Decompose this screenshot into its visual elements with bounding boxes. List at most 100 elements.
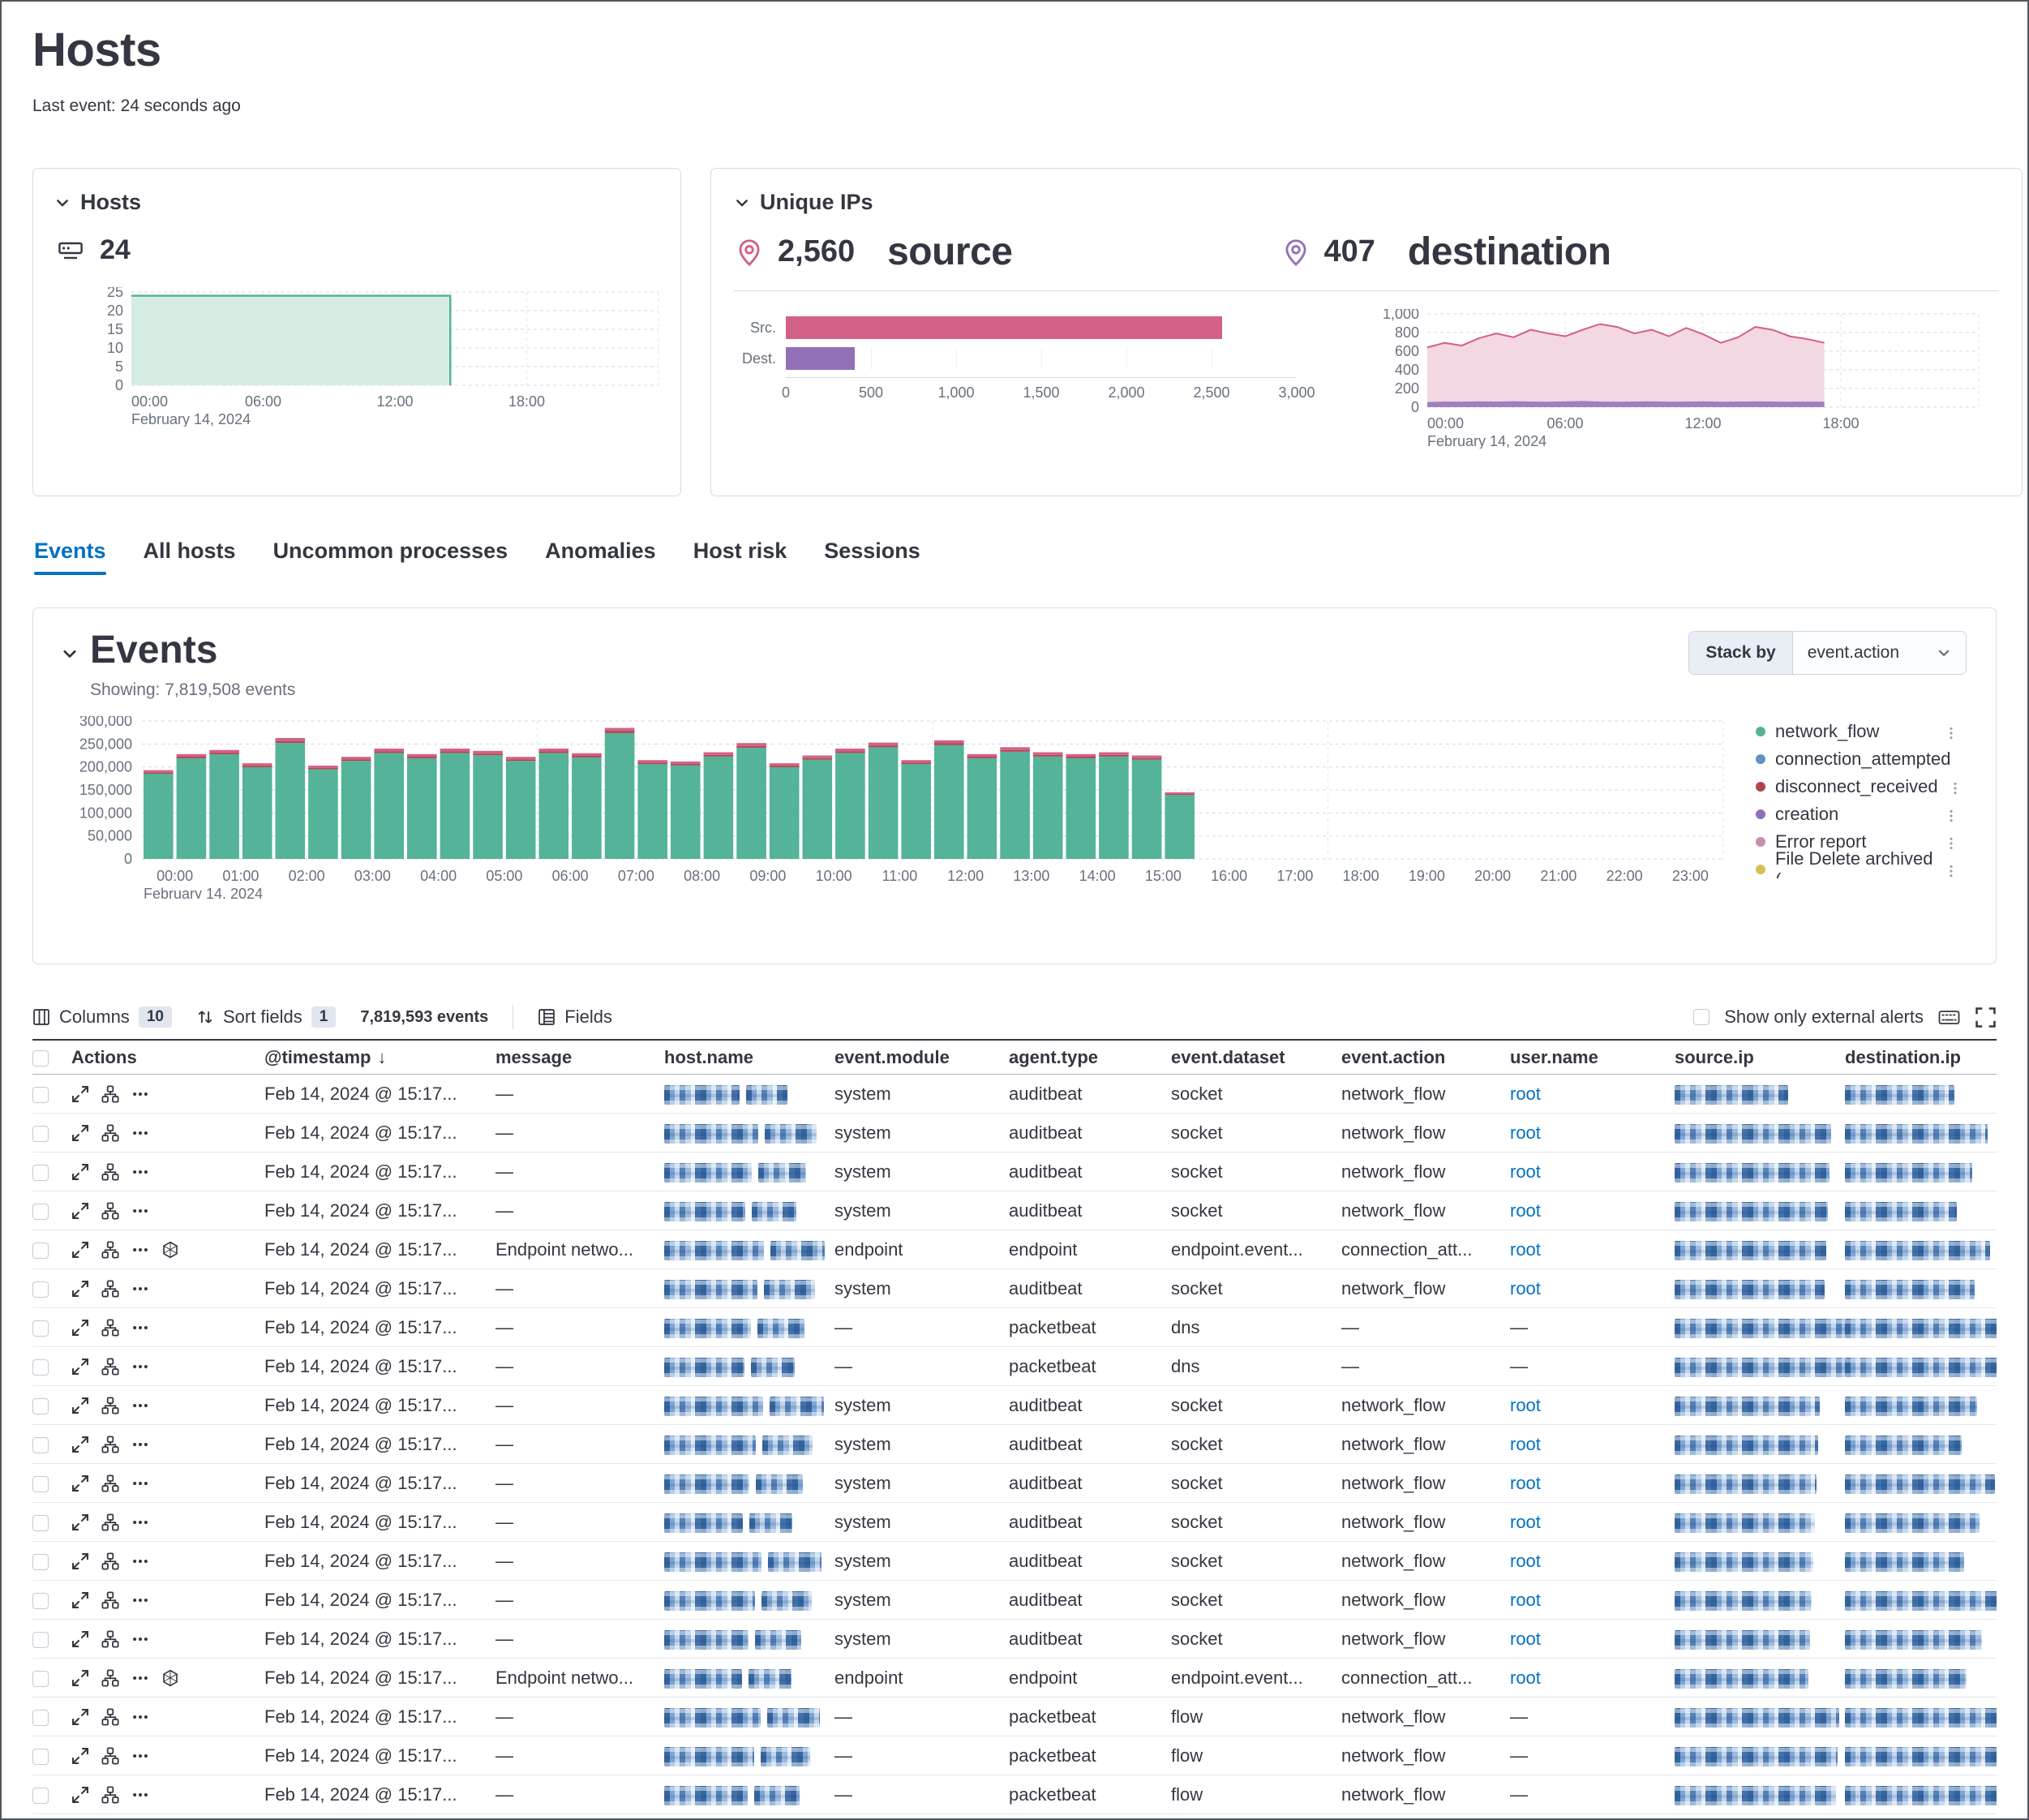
legend-options-icon[interactable] bbox=[1944, 807, 1958, 822]
analyze-event-icon[interactable] bbox=[101, 1241, 119, 1259]
more-actions-icon[interactable] bbox=[131, 1202, 149, 1220]
user-name-link[interactable]: root bbox=[1510, 1122, 1541, 1143]
legend-item-disconnect-received[interactable]: disconnect_received bbox=[1756, 773, 1958, 801]
expand-event-icon[interactable] bbox=[71, 1513, 89, 1531]
column-header-message[interactable]: message bbox=[495, 1047, 664, 1068]
row-checkbox[interactable] bbox=[32, 1243, 49, 1259]
more-actions-icon[interactable] bbox=[131, 1280, 149, 1298]
row-checkbox[interactable] bbox=[32, 1632, 49, 1648]
expand-event-icon[interactable] bbox=[71, 1669, 89, 1687]
analyze-event-icon[interactable] bbox=[101, 1630, 119, 1648]
user-name-link[interactable]: root bbox=[1510, 1161, 1541, 1182]
stack-by-select[interactable]: event.action bbox=[1793, 632, 1966, 674]
fields-button[interactable]: Fields bbox=[538, 1007, 612, 1028]
analyze-event-icon[interactable] bbox=[101, 1280, 119, 1298]
expand-event-icon[interactable] bbox=[71, 1591, 89, 1609]
more-actions-icon[interactable] bbox=[131, 1786, 149, 1804]
analyze-event-icon[interactable] bbox=[101, 1669, 119, 1687]
row-checkbox[interactable] bbox=[32, 1087, 49, 1103]
expand-event-icon[interactable] bbox=[71, 1124, 89, 1142]
chevron-down-icon[interactable] bbox=[734, 195, 750, 211]
more-actions-icon[interactable] bbox=[131, 1241, 149, 1259]
row-checkbox[interactable] bbox=[32, 1320, 49, 1337]
expand-event-icon[interactable] bbox=[71, 1358, 89, 1376]
column-header-user-name[interactable]: user.name bbox=[1510, 1047, 1675, 1068]
analyze-event-icon[interactable] bbox=[101, 1163, 119, 1181]
expand-event-icon[interactable] bbox=[71, 1397, 89, 1414]
user-name-link[interactable]: root bbox=[1510, 1395, 1541, 1415]
expand-event-icon[interactable] bbox=[71, 1552, 89, 1570]
row-checkbox[interactable] bbox=[32, 1359, 49, 1376]
expand-event-icon[interactable] bbox=[71, 1630, 89, 1648]
expand-event-icon[interactable] bbox=[71, 1163, 89, 1181]
expand-event-icon[interactable] bbox=[71, 1747, 89, 1765]
keyboard-shortcuts-icon[interactable] bbox=[1938, 1007, 1960, 1028]
tab-anomalies[interactable]: Anomalies bbox=[545, 539, 656, 575]
column-header-host-name[interactable]: host.name bbox=[664, 1047, 834, 1068]
expand-event-icon[interactable] bbox=[71, 1474, 89, 1492]
chevron-down-icon[interactable] bbox=[61, 645, 79, 663]
column-header-event-dataset[interactable]: event.dataset bbox=[1171, 1047, 1341, 1068]
more-actions-icon[interactable] bbox=[131, 1474, 149, 1492]
analyze-event-icon[interactable] bbox=[101, 1397, 119, 1414]
tab-host-risk[interactable]: Host risk bbox=[693, 539, 787, 575]
row-checkbox[interactable] bbox=[32, 1398, 49, 1414]
columns-button[interactable]: Columns 10 bbox=[32, 1007, 172, 1028]
row-checkbox[interactable] bbox=[32, 1165, 49, 1181]
user-name-link[interactable]: root bbox=[1510, 1200, 1541, 1221]
analyze-event-icon[interactable] bbox=[101, 1786, 119, 1804]
fullscreen-icon[interactable] bbox=[1975, 1007, 1997, 1028]
column-header-agent-type[interactable]: agent.type bbox=[1009, 1047, 1171, 1068]
expand-event-icon[interactable] bbox=[71, 1436, 89, 1453]
column-header-source-ip[interactable]: source.ip bbox=[1675, 1047, 1845, 1068]
column-header-timestamp[interactable]: @timestamp↓ bbox=[264, 1047, 495, 1068]
analyze-event-icon[interactable] bbox=[101, 1708, 119, 1726]
column-header-event-action[interactable]: event.action bbox=[1341, 1047, 1510, 1068]
row-checkbox[interactable] bbox=[32, 1671, 49, 1687]
legend-item-connection-attempted[interactable]: connection_attempted bbox=[1756, 745, 1958, 773]
analyze-event-icon[interactable] bbox=[101, 1474, 119, 1492]
user-name-link[interactable]: root bbox=[1510, 1629, 1541, 1649]
row-checkbox[interactable] bbox=[32, 1710, 49, 1726]
sort-fields-button[interactable]: Sort fields 1 bbox=[196, 1007, 336, 1028]
analyze-event-icon[interactable] bbox=[101, 1124, 119, 1142]
expand-event-icon[interactable] bbox=[71, 1241, 89, 1259]
column-header-event-module[interactable]: event.module bbox=[834, 1047, 1009, 1068]
stack-by-control[interactable]: Stack by event.action bbox=[1688, 631, 1967, 675]
more-actions-icon[interactable] bbox=[131, 1436, 149, 1453]
more-actions-icon[interactable] bbox=[131, 1163, 149, 1181]
more-actions-icon[interactable] bbox=[131, 1124, 149, 1142]
user-name-link[interactable]: root bbox=[1510, 1434, 1541, 1454]
more-actions-icon[interactable] bbox=[131, 1591, 149, 1609]
row-checkbox[interactable] bbox=[32, 1126, 49, 1142]
expand-event-icon[interactable] bbox=[71, 1786, 89, 1804]
select-all-checkbox[interactable] bbox=[32, 1050, 49, 1067]
more-actions-icon[interactable] bbox=[131, 1669, 149, 1687]
expand-event-icon[interactable] bbox=[71, 1280, 89, 1298]
user-name-link[interactable]: root bbox=[1510, 1084, 1541, 1104]
tab-events[interactable]: Events bbox=[34, 539, 106, 575]
more-actions-icon[interactable] bbox=[131, 1358, 149, 1376]
analyze-event-icon[interactable] bbox=[101, 1436, 119, 1453]
tab-all-hosts[interactable]: All hosts bbox=[144, 539, 236, 575]
expand-event-icon[interactable] bbox=[71, 1319, 89, 1337]
more-actions-icon[interactable] bbox=[131, 1747, 149, 1765]
user-name-link[interactable]: root bbox=[1510, 1239, 1541, 1260]
row-checkbox[interactable] bbox=[32, 1476, 49, 1492]
tab-uncommon-processes[interactable]: Uncommon processes bbox=[273, 539, 508, 575]
more-actions-icon[interactable] bbox=[131, 1397, 149, 1414]
user-name-link[interactable]: root bbox=[1510, 1668, 1541, 1688]
expand-event-icon[interactable] bbox=[71, 1085, 89, 1103]
legend-options-icon[interactable] bbox=[1944, 862, 1958, 877]
row-checkbox[interactable] bbox=[32, 1515, 49, 1531]
row-checkbox[interactable] bbox=[32, 1593, 49, 1609]
row-checkbox[interactable] bbox=[32, 1437, 49, 1453]
row-checkbox[interactable] bbox=[32, 1554, 49, 1570]
external-alerts-checkbox[interactable] bbox=[1693, 1009, 1709, 1025]
more-actions-icon[interactable] bbox=[131, 1085, 149, 1103]
user-name-link[interactable]: root bbox=[1510, 1512, 1541, 1532]
more-actions-icon[interactable] bbox=[131, 1319, 149, 1337]
legend-options-icon[interactable] bbox=[1948, 779, 1958, 794]
analyze-event-icon[interactable] bbox=[101, 1513, 119, 1531]
expand-event-icon[interactable] bbox=[71, 1202, 89, 1220]
